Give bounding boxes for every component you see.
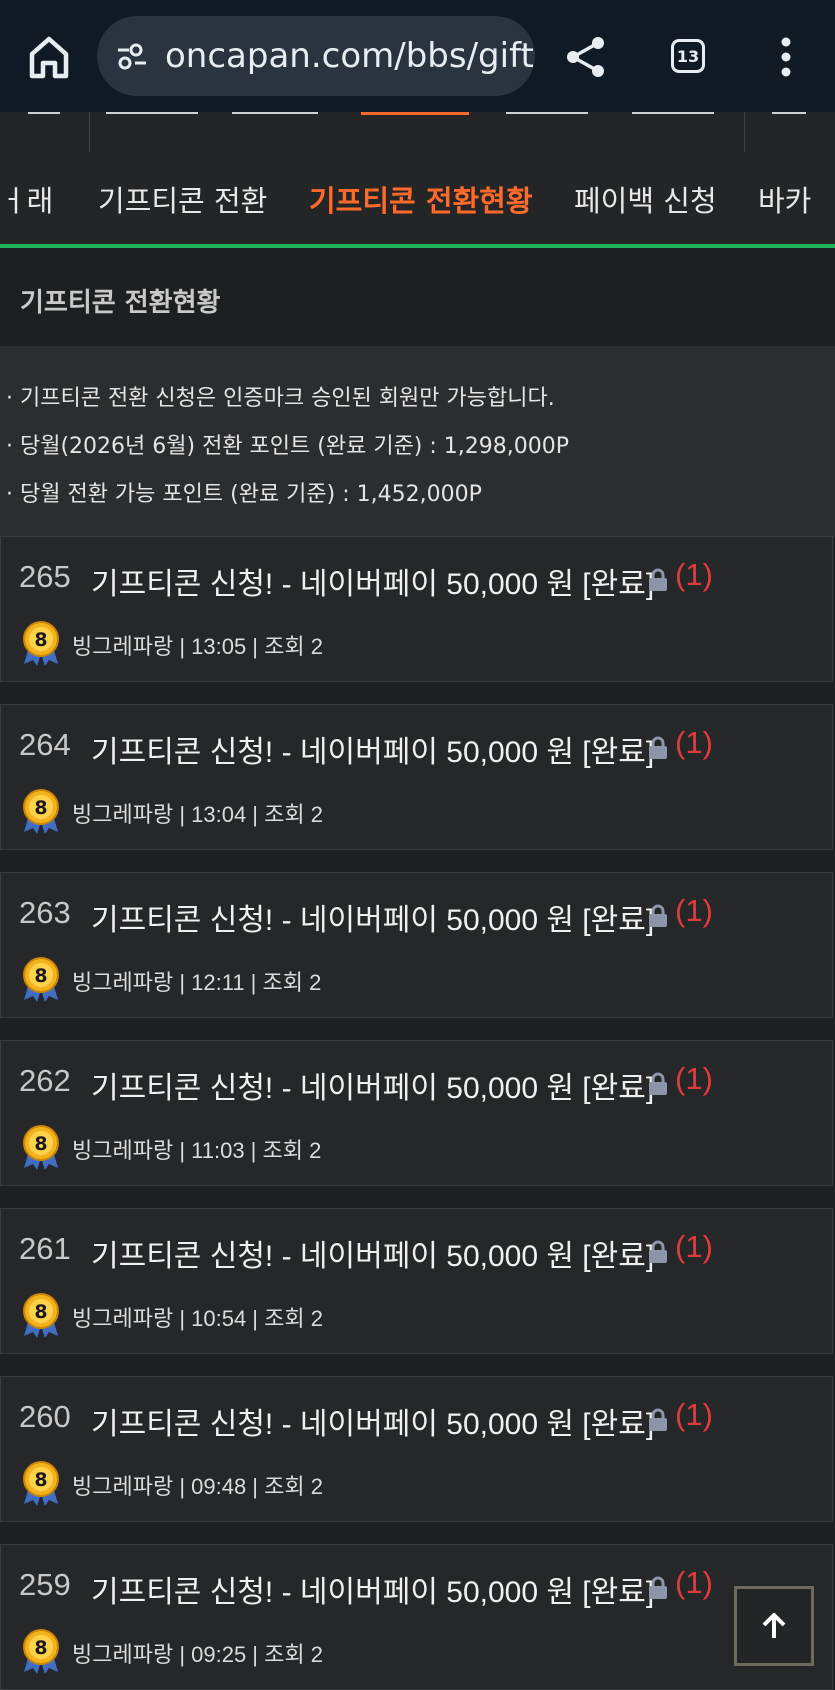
post-number: 261 (19, 1231, 71, 1266)
svg-text:8: 8 (34, 1637, 47, 1659)
divider (89, 112, 90, 152)
address-bar[interactable]: oncapan.com/bbs/gift (97, 16, 535, 96)
comment-count[interactable]: (1) (675, 557, 713, 593)
list-item[interactable]: 259 기프티콘 신청! - 네이버페이 50,000 원 [완료] (1) 8… (0, 1544, 833, 1690)
post-meta: 빙그레파랑 | 10:54 | 조회 2 (72, 1306, 323, 1331)
level-badge-icon: 8 (20, 1460, 62, 1506)
list-item[interactable]: 260 기프티콘 신청! - 네이버페이 50,000 원 [완료] (1) 8… (0, 1376, 833, 1522)
svg-text:8: 8 (34, 1133, 47, 1155)
post-title[interactable]: 기프티콘 신청! - 네이버페이 50,000 원 [완료] (91, 895, 654, 939)
post-meta: 빙그레파랑 | 12:11 | 조회 2 (72, 970, 322, 995)
post-number: 264 (19, 727, 71, 762)
post-number: 262 (19, 1063, 71, 1098)
tab-gifticon-status[interactable]: 기프티콘 전환현황 (309, 178, 533, 220)
nav-item-cutoff (232, 112, 318, 114)
lock-icon (648, 568, 668, 592)
nav-item-cutoff (106, 112, 198, 114)
tune-icon[interactable] (115, 39, 149, 73)
comment-count[interactable]: (1) (675, 1397, 713, 1433)
post-title[interactable]: 기프티콘 신청! - 네이버페이 50,000 원 [완료] (91, 1063, 654, 1107)
svg-text:8: 8 (34, 1469, 47, 1491)
level-badge-icon: 8 (20, 1628, 62, 1674)
bell-icon[interactable] (772, 112, 806, 114)
post-title[interactable]: 기프티콘 신청! - 네이버페이 50,000 원 [완료] (91, 1399, 654, 1443)
lock-icon (648, 1072, 668, 1096)
browser-toolbar: oncapan.com/bbs/gift 13 (0, 0, 835, 112)
list-item[interactable]: 261 기프티콘 신청! - 네이버페이 50,000 원 [완료] (1) 8… (0, 1208, 833, 1354)
lock-icon (648, 1408, 668, 1432)
post-meta: 빙그레파랑 | 09:25 | 조회 2 (72, 1642, 323, 1667)
scroll-top-button[interactable] (734, 1586, 814, 1666)
list-item[interactable]: 265 기프티콘 신청! - 네이버페이 50,000 원 [완료] (1) 8… (0, 536, 833, 682)
tab-trade[interactable]: ㅓ래 (0, 178, 53, 220)
post-number: 260 (19, 1399, 71, 1434)
more-vert-icon[interactable] (778, 36, 794, 78)
tab-baccarat[interactable]: 바카 (758, 178, 811, 220)
tab-count: 13 (676, 46, 700, 66)
tab-gifticon-convert[interactable]: 기프티콘 전환 (98, 178, 267, 220)
sub-nav: ㅓ래 기프티콘 전환 기프티콘 전환현황 페이백 신청 바카 (0, 152, 835, 244)
post-meta: 빙그레파랑 | 13:05 | 조회 2 (72, 634, 323, 659)
notice-line: · 기프티콘 전환 신청은 인증마크 승인된 회원만 가능합니다. (6, 386, 555, 411)
lock-icon (648, 1576, 668, 1600)
post-title[interactable]: 기프티콘 신청! - 네이버페이 50,000 원 [완료] (91, 1567, 654, 1611)
notice-line: · 당월 전환 가능 포인트 (완료 기준) : 1,452,000P (6, 482, 482, 507)
comment-count[interactable]: (1) (675, 1229, 713, 1265)
comment-count[interactable]: (1) (675, 1565, 713, 1601)
svg-text:8: 8 (34, 629, 47, 651)
lock-icon (648, 736, 668, 760)
list-item[interactable]: 262 기프티콘 신청! - 네이버페이 50,000 원 [완료] (1) 8… (0, 1040, 833, 1186)
nav-item-cutoff-active (361, 112, 469, 115)
level-badge-icon: 8 (20, 1124, 62, 1170)
post-title[interactable]: 기프티콘 신청! - 네이버페이 50,000 원 [완료] (91, 727, 654, 771)
nav-item-cutoff (632, 112, 714, 114)
list-item[interactable]: 263 기프티콘 신청! - 네이버페이 50,000 원 [완료] (1) 8… (0, 872, 833, 1018)
comment-count[interactable]: (1) (675, 725, 713, 761)
tab-payback-request[interactable]: 페이백 신청 (574, 178, 717, 220)
svg-text:8: 8 (34, 1301, 47, 1323)
share-icon[interactable] (563, 34, 609, 80)
notice-box: · 기프티콘 전환 신청은 인증마크 승인된 회원만 가능합니다. · 당월(2… (0, 346, 835, 538)
post-meta: 빙그레파랑 | 13:04 | 조회 2 (72, 802, 323, 827)
url-text[interactable]: oncapan.com/bbs/gift (165, 36, 534, 76)
arrow-up-icon (762, 1613, 786, 1638)
home-icon[interactable] (24, 30, 74, 84)
page-title: 기프티콘 전환현황 (20, 288, 221, 318)
divider (744, 112, 745, 152)
comment-count[interactable]: (1) (675, 893, 713, 929)
post-title[interactable]: 기프티콘 신청! - 네이버페이 50,000 원 [완료] (91, 559, 654, 603)
notice-line: · 당월(2026년 6월) 전환 포인트 (완료 기준) : 1,298,00… (6, 434, 570, 459)
lock-icon (648, 904, 668, 928)
level-badge-icon: 8 (20, 620, 62, 666)
post-number: 259 (19, 1567, 71, 1602)
level-badge-icon: 8 (20, 1292, 62, 1338)
svg-text:8: 8 (34, 965, 47, 987)
post-number: 263 (19, 895, 71, 930)
comment-count[interactable]: (1) (675, 1061, 713, 1097)
post-meta: 빙그레파랑 | 09:48 | 조회 2 (72, 1474, 323, 1499)
tab-switcher-button[interactable]: 13 (671, 39, 705, 73)
svg-text:8: 8 (34, 797, 47, 819)
post-meta: 빙그레파랑 | 11:03 | 조회 2 (72, 1138, 322, 1163)
list-item[interactable]: 264 기프티콘 신청! - 네이버페이 50,000 원 [완료] (1) 8… (0, 704, 833, 850)
level-badge-icon: 8 (20, 788, 62, 834)
post-title[interactable]: 기프티콘 신청! - 네이버페이 50,000 원 [완료] (91, 1231, 654, 1275)
lock-icon (648, 1240, 668, 1264)
post-number: 265 (19, 559, 71, 594)
hamburger-icon[interactable] (28, 112, 60, 114)
section-header: 기프티콘 전환현황 (0, 248, 835, 346)
nav-item-cutoff (506, 112, 588, 114)
main-nav-cutoff (0, 112, 835, 153)
level-badge-icon: 8 (20, 956, 62, 1002)
